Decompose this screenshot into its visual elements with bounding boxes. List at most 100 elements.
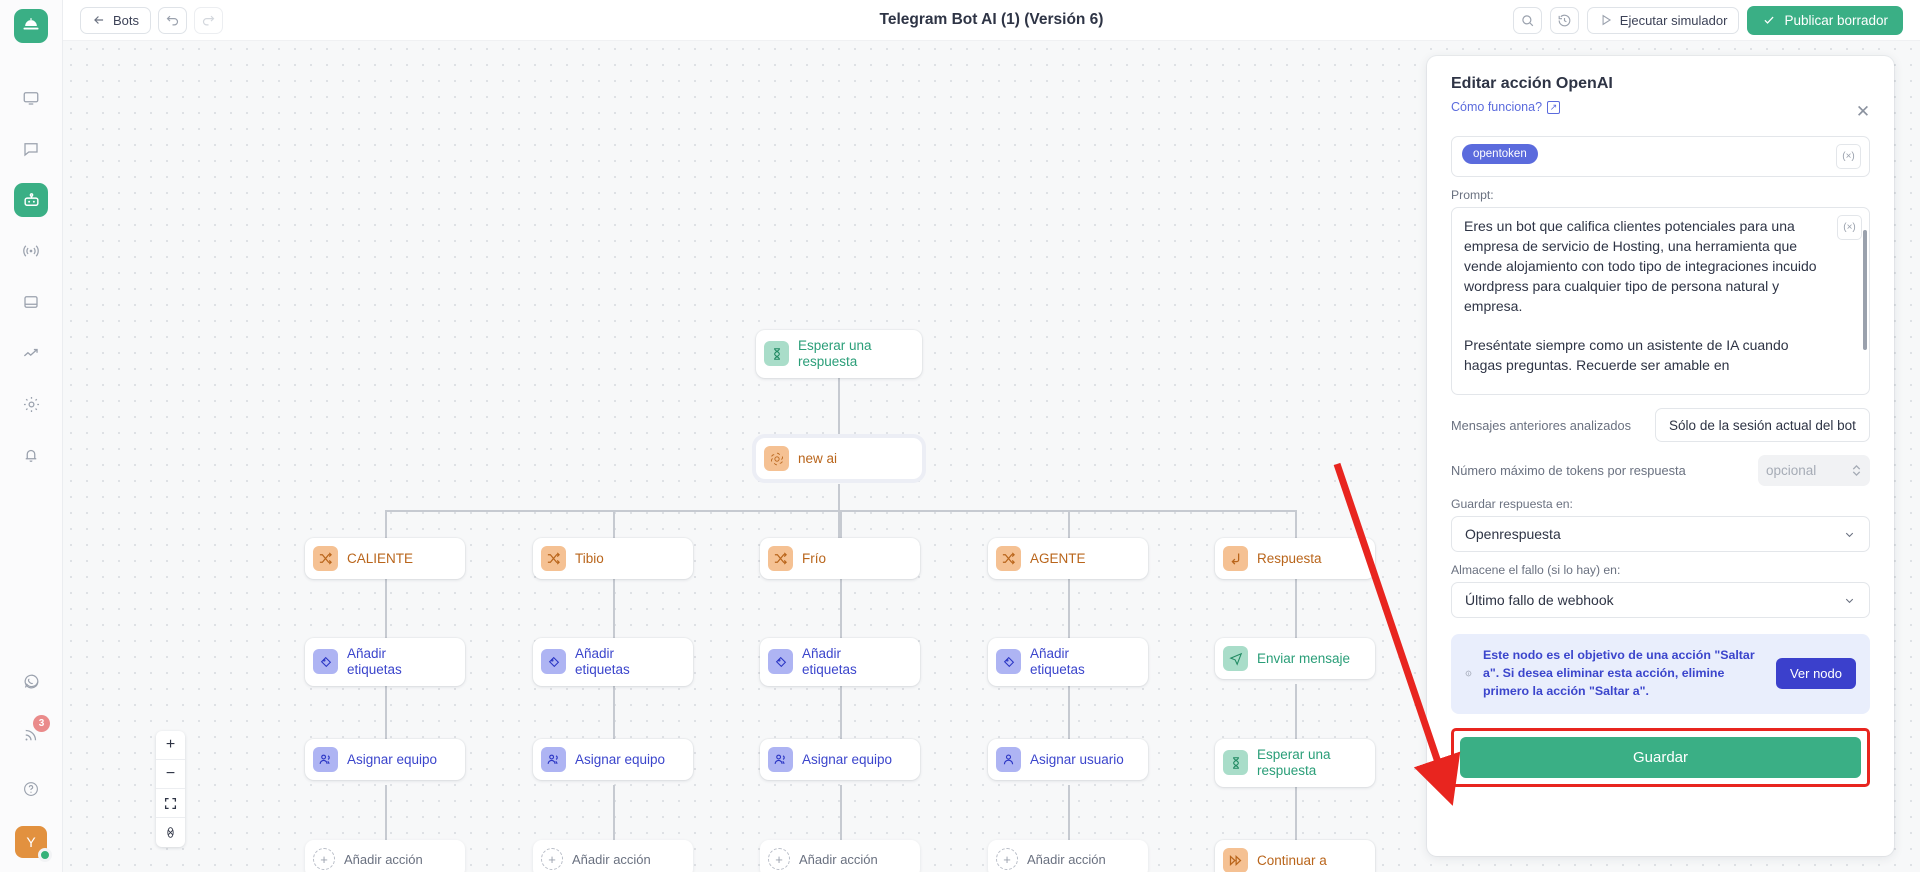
flow-edge <box>1295 684 1297 739</box>
flow-node[interactable]: CALIENTE <box>305 538 465 579</box>
sidebar-item-dashboard[interactable] <box>14 81 48 115</box>
save-response-select[interactable]: Openrespuesta <box>1451 516 1870 552</box>
redo-button[interactable] <box>194 6 224 34</box>
sidebar-item-notifications[interactable] <box>14 438 48 472</box>
search-button[interactable] <box>1512 6 1542 34</box>
avatar[interactable]: Y <box>15 826 52 862</box>
add-action-button[interactable]: + Añadir acción <box>305 840 465 872</box>
store-failure-select[interactable]: Último fallo de webhook <box>1451 582 1870 618</box>
sidebar-item-chats[interactable] <box>14 132 48 166</box>
flow-edge <box>1068 785 1070 840</box>
reset-view-button[interactable] <box>156 818 185 847</box>
flow-node[interactable]: new ai <box>756 438 922 479</box>
sidebar-item-whatsapp[interactable] <box>14 664 48 698</box>
sidebar-item-analytics[interactable] <box>14 336 48 370</box>
add-action-button[interactable]: + Añadir acción <box>988 840 1148 872</box>
prompt-scrollbar[interactable] <box>1863 230 1867 350</box>
sidebar-item-broadcast[interactable] <box>14 234 48 268</box>
flow-node[interactable]: Tibio <box>533 538 693 579</box>
toolbar-right-group: Ejecutar simulador Publicar borrador <box>1512 5 1903 35</box>
flow-node[interactable]: Frío <box>760 538 920 579</box>
flow-node-label: Asignar equipo <box>347 751 438 767</box>
zoom-out-button[interactable]: − <box>156 760 185 789</box>
flow-node-label: Esperar una respuesta <box>1257 747 1331 778</box>
token-variable-button[interactable]: (×) <box>1836 144 1861 169</box>
history-button[interactable] <box>1549 6 1579 34</box>
max-tokens-input[interactable]: opcional <box>1758 455 1870 486</box>
sidebar-item-help[interactable] <box>14 772 48 806</box>
flow-node-continue[interactable]: Continuar a <box>1215 840 1375 872</box>
undo-button[interactable] <box>158 6 188 34</box>
sidebar-item-settings[interactable] <box>14 387 48 421</box>
reset-icon <box>167 827 174 838</box>
flow-node[interactable]: Añadir etiquetas <box>988 638 1148 686</box>
flow-node[interactable]: Enviar mensaje <box>1215 638 1375 679</box>
sidebar-item-feed[interactable]: 3 <box>14 715 50 752</box>
flow-node[interactable]: Esperar una respuesta <box>756 330 922 378</box>
monitor-icon <box>23 92 39 105</box>
panel-title: Editar acción OpenAI <box>1451 75 1613 92</box>
chat-bubble-icon <box>24 143 38 157</box>
openai-token-field[interactable]: opentoken (×) <box>1451 136 1870 177</box>
sidebar-item-inbox[interactable] <box>14 285 48 319</box>
back-to-bots-button[interactable]: Bots <box>80 6 152 34</box>
redo-icon <box>203 15 215 25</box>
previous-messages-select[interactable]: Sólo de la sesión actual del bot <box>1655 408 1870 442</box>
jump-to-notice: Este nodo es el objetivo de una acción "… <box>1451 634 1870 714</box>
add-action-button[interactable]: + Añadir acción <box>760 840 920 872</box>
trending-up-icon <box>23 348 38 356</box>
flow-edge <box>840 578 842 638</box>
save-button[interactable]: Guardar <box>1460 736 1861 778</box>
edit-openai-action-panel: Editar acción OpenAI Cómo funciona? ↗ ✕ … <box>1427 56 1894 856</box>
prompt-variable-button[interactable]: (×) <box>1837 215 1862 240</box>
presence-dot <box>38 848 52 862</box>
flow-node-label: Asignar equipo <box>802 751 893 767</box>
max-tokens-label: Número máximo de tokens por respuesta <box>1451 463 1686 478</box>
view-node-button[interactable]: Ver nodo <box>1775 658 1856 690</box>
hourglass-icon <box>764 341 789 367</box>
flow-edge <box>1068 510 1070 538</box>
how-it-works-link[interactable]: Cómo funciona? ↗ <box>1451 100 1561 114</box>
flow-node[interactable]: Esperar una respuesta <box>1215 739 1375 787</box>
flow-node-label: Frío <box>802 550 827 566</box>
flow-node[interactable]: Asignar usuario <box>988 739 1148 780</box>
app-logo[interactable] <box>14 9 48 43</box>
previous-messages-value: Sólo de la sesión actual del bot <box>1669 417 1856 433</box>
flow-node[interactable]: Añadir etiquetas <box>305 638 465 686</box>
zoom-in-button[interactable]: + <box>156 731 185 760</box>
search-icon <box>1522 14 1534 26</box>
sidebar-item-bots[interactable] <box>14 183 48 217</box>
plus-circle-icon: + <box>313 848 335 870</box>
flow-node-label: Asignar usuario <box>1030 751 1124 767</box>
add-action-button[interactable]: + Añadir acción <box>533 840 693 872</box>
prompt-value: Eres un bot que califica clientes potenc… <box>1464 218 1817 374</box>
sidebar-bottom-nav: 3 Y <box>0 664 62 872</box>
token-chip[interactable]: opentoken <box>1462 144 1538 164</box>
flow-edge <box>385 684 387 739</box>
flow-node[interactable]: Asignar equipo <box>305 739 465 780</box>
run-simulator-button[interactable]: Ejecutar simulador <box>1586 6 1740 34</box>
play-icon <box>1602 14 1611 26</box>
tag-icon <box>313 649 338 675</box>
feed-badge: 3 <box>33 715 50 732</box>
history-icon <box>1558 14 1571 26</box>
whatsapp-icon <box>24 674 38 688</box>
flow-node-label: new ai <box>798 450 838 466</box>
zoom-controls: + − <box>156 731 185 847</box>
flow-node-label: Añadir etiquetas <box>802 646 857 677</box>
flow-node[interactable]: Respuesta <box>1215 538 1375 579</box>
plus-circle-icon: + <box>768 848 790 870</box>
flow-node[interactable]: Asignar equipo <box>760 739 920 780</box>
flow-edge <box>385 785 387 840</box>
fit-screen-button[interactable] <box>156 789 185 818</box>
flow-node[interactable]: AGENTE <box>988 538 1148 579</box>
flow-node[interactable]: Añadir etiquetas <box>760 638 920 686</box>
flow-node[interactable]: Asignar equipo <box>533 739 693 780</box>
publish-draft-label: Publicar borrador <box>1784 12 1888 28</box>
publish-draft-button[interactable]: Publicar borrador <box>1747 5 1903 35</box>
panel-header: Editar acción OpenAI Cómo funciona? ↗ ✕ <box>1427 56 1894 120</box>
flow-node[interactable]: Añadir etiquetas <box>533 638 693 686</box>
prompt-textarea[interactable]: Eres un bot que califica clientes potenc… <box>1451 207 1870 395</box>
add-action-label: Añadir acción <box>799 851 878 867</box>
main-area: Bots Telegram Bot AI (1) (Versión 6) Eje… <box>63 0 1920 872</box>
